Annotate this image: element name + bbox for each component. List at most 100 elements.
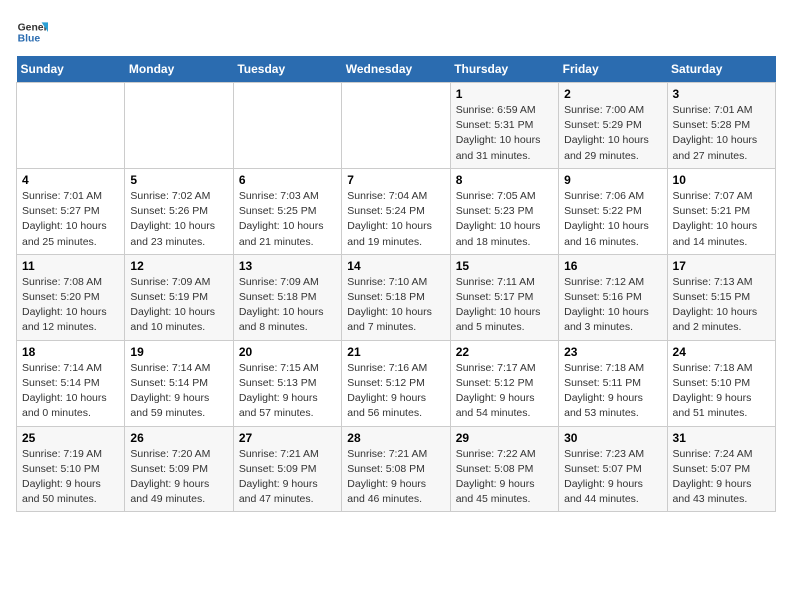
calendar-cell: 20 Sunrise: 7:15 AM Sunset: 5:13 PM Dayli… [233, 340, 341, 426]
day-info: Sunrise: 7:17 AM Sunset: 5:12 PM Dayligh… [456, 361, 553, 422]
calendar-cell: 5 Sunrise: 7:02 AM Sunset: 5:26 PM Daylig… [125, 168, 233, 254]
day-number: 1 [456, 87, 553, 101]
day-info: Sunrise: 7:08 AM Sunset: 5:20 PM Dayligh… [22, 275, 119, 336]
day-info: Sunrise: 7:15 AM Sunset: 5:13 PM Dayligh… [239, 361, 336, 422]
day-info: Sunrise: 7:13 AM Sunset: 5:15 PM Dayligh… [673, 275, 770, 336]
day-info: Sunrise: 7:09 AM Sunset: 5:18 PM Dayligh… [239, 275, 336, 336]
day-info: Sunrise: 7:18 AM Sunset: 5:11 PM Dayligh… [564, 361, 661, 422]
calendar-cell: 1 Sunrise: 6:59 AM Sunset: 5:31 PM Daylig… [450, 83, 558, 169]
day-number: 12 [130, 259, 227, 273]
day-info: Sunrise: 7:10 AM Sunset: 5:18 PM Dayligh… [347, 275, 444, 336]
day-number: 27 [239, 431, 336, 445]
day-info: Sunrise: 7:11 AM Sunset: 5:17 PM Dayligh… [456, 275, 553, 336]
day-number: 18 [22, 345, 119, 359]
calendar-cell: 11 Sunrise: 7:08 AM Sunset: 5:20 PM Dayli… [17, 254, 125, 340]
calendar-cell: 24 Sunrise: 7:18 AM Sunset: 5:10 PM Dayli… [667, 340, 775, 426]
calendar-cell [233, 83, 341, 169]
header-thursday: Thursday [450, 56, 558, 83]
calendar-cell: 23 Sunrise: 7:18 AM Sunset: 5:11 PM Dayli… [559, 340, 667, 426]
day-number: 31 [673, 431, 770, 445]
calendar-cell: 25 Sunrise: 7:19 AM Sunset: 5:10 PM Dayli… [17, 426, 125, 512]
calendar-cell: 21 Sunrise: 7:16 AM Sunset: 5:12 PM Dayli… [342, 340, 450, 426]
day-number: 5 [130, 173, 227, 187]
calendar-cell: 7Sunrise: 7:04 AM Sunset: 5:24 PM Daylig… [342, 168, 450, 254]
calendar-week-5: 25 Sunrise: 7:19 AM Sunset: 5:10 PM Dayli… [17, 426, 776, 512]
calendar-cell: 26 Sunrise: 7:20 AM Sunset: 5:09 PM Dayli… [125, 426, 233, 512]
calendar-cell: 30 Sunrise: 7:23 AM Sunset: 5:07 PM Dayli… [559, 426, 667, 512]
day-info: Sunrise: 7:02 AM Sunset: 5:26 PM Dayligh… [130, 189, 227, 250]
day-number: 30 [564, 431, 661, 445]
calendar-week-2: 4 Sunrise: 7:01 AM Sunset: 5:27 PM Daylig… [17, 168, 776, 254]
calendar-cell [125, 83, 233, 169]
day-number: 29 [456, 431, 553, 445]
calendar-cell: 3Sunrise: 7:01 AM Sunset: 5:28 PM Daylig… [667, 83, 775, 169]
calendar-cell: 27Sunrise: 7:21 AM Sunset: 5:09 PM Dayli… [233, 426, 341, 512]
day-info: Sunrise: 7:01 AM Sunset: 5:27 PM Dayligh… [22, 189, 119, 250]
calendar-week-3: 11 Sunrise: 7:08 AM Sunset: 5:20 PM Dayli… [17, 254, 776, 340]
day-number: 3 [673, 87, 770, 101]
calendar-cell: 6Sunrise: 7:03 AM Sunset: 5:25 PM Daylig… [233, 168, 341, 254]
calendar-cell: 28 Sunrise: 7:21 AM Sunset: 5:08 PM Dayli… [342, 426, 450, 512]
day-number: 21 [347, 345, 444, 359]
day-info: Sunrise: 7:24 AM Sunset: 5:07 PM Dayligh… [673, 447, 770, 508]
day-info: Sunrise: 7:22 AM Sunset: 5:08 PM Dayligh… [456, 447, 553, 508]
calendar-table: SundayMondayTuesdayWednesdayThursdayFrid… [16, 56, 776, 512]
calendar-cell: 8 Sunrise: 7:05 AM Sunset: 5:23 PM Daylig… [450, 168, 558, 254]
calendar-cell: 12Sunrise: 7:09 AM Sunset: 5:19 PM Dayli… [125, 254, 233, 340]
day-info: Sunrise: 7:12 AM Sunset: 5:16 PM Dayligh… [564, 275, 661, 336]
day-info: Sunrise: 7:19 AM Sunset: 5:10 PM Dayligh… [22, 447, 119, 508]
calendar-cell: 4 Sunrise: 7:01 AM Sunset: 5:27 PM Daylig… [17, 168, 125, 254]
day-info: Sunrise: 7:14 AM Sunset: 5:14 PM Dayligh… [22, 361, 119, 422]
page-header: General Blue [16, 16, 776, 48]
day-info: Sunrise: 7:23 AM Sunset: 5:07 PM Dayligh… [564, 447, 661, 508]
day-info: Sunrise: 7:06 AM Sunset: 5:22 PM Dayligh… [564, 189, 661, 250]
logo: General Blue [16, 16, 52, 48]
day-info: Sunrise: 7:07 AM Sunset: 5:21 PM Dayligh… [673, 189, 770, 250]
day-number: 25 [22, 431, 119, 445]
header-wednesday: Wednesday [342, 56, 450, 83]
day-number: 23 [564, 345, 661, 359]
calendar-cell: 19 Sunrise: 7:14 AM Sunset: 5:14 PM Dayli… [125, 340, 233, 426]
day-number: 14 [347, 259, 444, 273]
day-info: Sunrise: 7:05 AM Sunset: 5:23 PM Dayligh… [456, 189, 553, 250]
day-number: 22 [456, 345, 553, 359]
day-info: Sunrise: 7:20 AM Sunset: 5:09 PM Dayligh… [130, 447, 227, 508]
day-number: 24 [673, 345, 770, 359]
calendar-cell: 22 Sunrise: 7:17 AM Sunset: 5:12 PM Dayli… [450, 340, 558, 426]
calendar-cell: 15 Sunrise: 7:11 AM Sunset: 5:17 PM Dayli… [450, 254, 558, 340]
calendar-cell: 16Sunrise: 7:12 AM Sunset: 5:16 PM Dayli… [559, 254, 667, 340]
calendar-cell [342, 83, 450, 169]
day-number: 20 [239, 345, 336, 359]
calendar-header-row: SundayMondayTuesdayWednesdayThursdayFrid… [17, 56, 776, 83]
day-number: 4 [22, 173, 119, 187]
calendar-cell: 2Sunrise: 7:00 AM Sunset: 5:29 PM Daylig… [559, 83, 667, 169]
day-number: 7 [347, 173, 444, 187]
calendar-week-4: 18 Sunrise: 7:14 AM Sunset: 5:14 PM Dayli… [17, 340, 776, 426]
day-number: 10 [673, 173, 770, 187]
day-info: Sunrise: 7:14 AM Sunset: 5:14 PM Dayligh… [130, 361, 227, 422]
day-number: 19 [130, 345, 227, 359]
header-monday: Monday [125, 56, 233, 83]
day-info: Sunrise: 7:03 AM Sunset: 5:25 PM Dayligh… [239, 189, 336, 250]
day-number: 13 [239, 259, 336, 273]
calendar-cell: 17Sunrise: 7:13 AM Sunset: 5:15 PM Dayli… [667, 254, 775, 340]
day-number: 8 [456, 173, 553, 187]
header-sunday: Sunday [17, 56, 125, 83]
header-friday: Friday [559, 56, 667, 83]
logo-icon: General Blue [16, 16, 48, 48]
day-number: 15 [456, 259, 553, 273]
day-number: 11 [22, 259, 119, 273]
day-info: Sunrise: 7:18 AM Sunset: 5:10 PM Dayligh… [673, 361, 770, 422]
day-number: 2 [564, 87, 661, 101]
day-number: 26 [130, 431, 227, 445]
day-info: Sunrise: 7:16 AM Sunset: 5:12 PM Dayligh… [347, 361, 444, 422]
calendar-week-1: 1 Sunrise: 6:59 AM Sunset: 5:31 PM Daylig… [17, 83, 776, 169]
calendar-cell: 10 Sunrise: 7:07 AM Sunset: 5:21 PM Dayli… [667, 168, 775, 254]
day-number: 28 [347, 431, 444, 445]
svg-text:Blue: Blue [18, 34, 41, 45]
calendar-cell: 29 Sunrise: 7:22 AM Sunset: 5:08 PM Dayli… [450, 426, 558, 512]
header-saturday: Saturday [667, 56, 775, 83]
calendar-cell: 13 Sunrise: 7:09 AM Sunset: 5:18 PM Dayli… [233, 254, 341, 340]
day-info: Sunrise: 7:21 AM Sunset: 5:08 PM Dayligh… [347, 447, 444, 508]
day-info: Sunrise: 6:59 AM Sunset: 5:31 PM Dayligh… [456, 103, 553, 164]
